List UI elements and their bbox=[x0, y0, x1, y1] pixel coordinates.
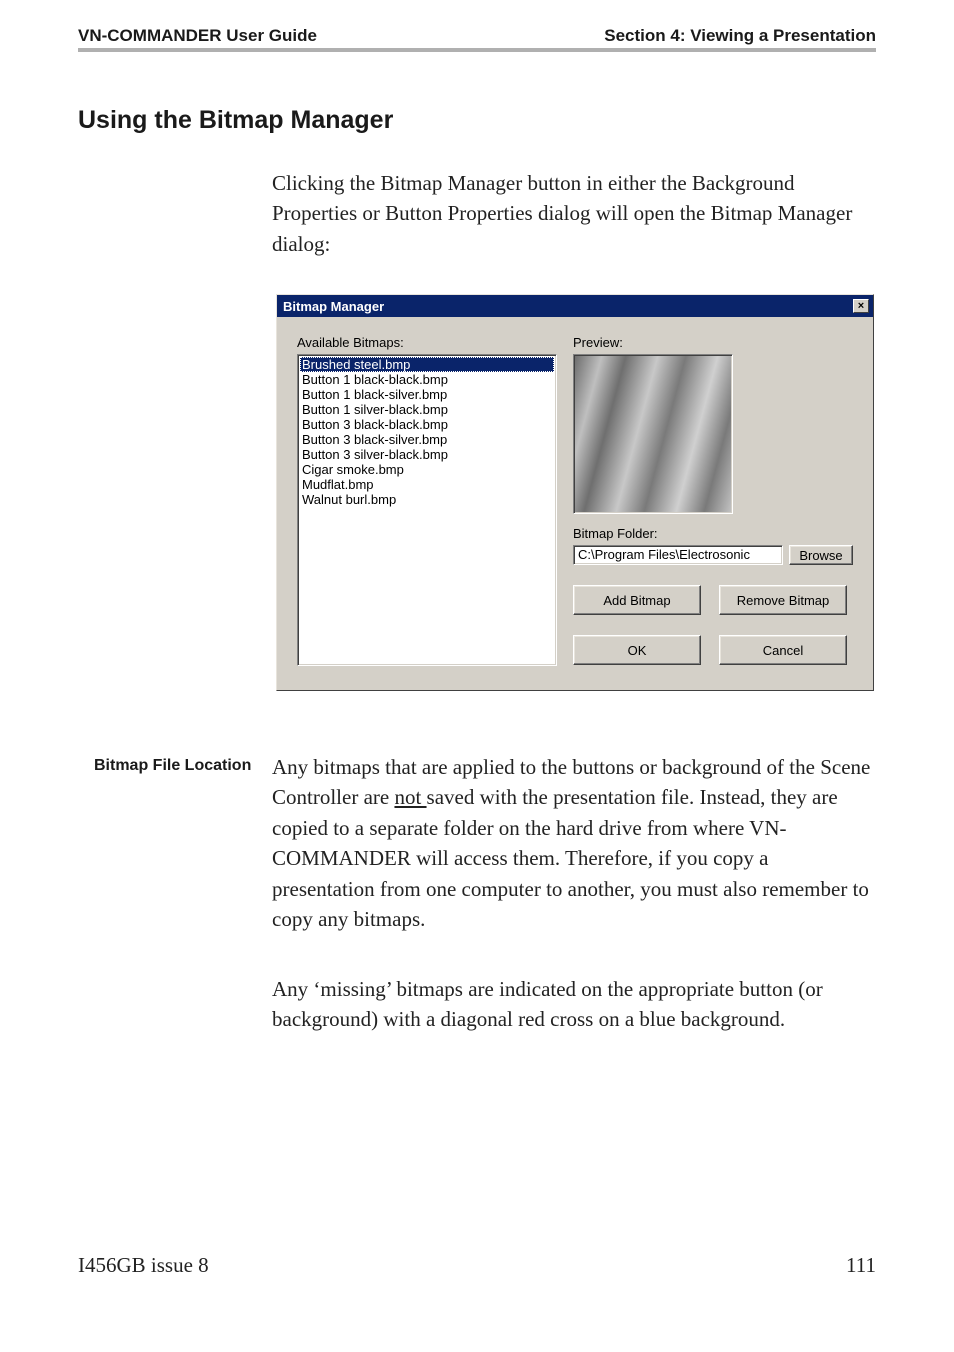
dialog-titlebar: Bitmap Manager × bbox=[277, 295, 873, 317]
ok-button[interactable]: OK bbox=[573, 635, 701, 665]
dialog-body: Available Bitmaps: Brushed steel.bmpButt… bbox=[277, 317, 873, 690]
footer-page-number: 111 bbox=[846, 1253, 876, 1278]
preview-image bbox=[573, 354, 733, 514]
browse-button[interactable]: Browse bbox=[789, 545, 853, 565]
available-bitmaps-listbox[interactable]: Brushed steel.bmpButton 1 black-black.bm… bbox=[297, 354, 557, 666]
sidebar-heading-bitmap-file-location: Bitmap File Location bbox=[94, 757, 251, 775]
available-bitmaps-label: Available Bitmaps: bbox=[297, 335, 557, 350]
dialog-title: Bitmap Manager bbox=[283, 299, 384, 314]
page-header: VN-COMMANDER User Guide Section 4: Viewi… bbox=[78, 26, 876, 52]
list-item[interactable]: Button 1 black-black.bmp bbox=[300, 372, 554, 387]
list-item[interactable]: Brushed steel.bmp bbox=[300, 357, 554, 372]
close-icon[interactable]: × bbox=[853, 299, 869, 313]
list-item[interactable]: Cigar smoke.bmp bbox=[300, 462, 554, 477]
paragraph-bitmap-file-location: Any bitmaps that are applied to the butt… bbox=[272, 752, 872, 935]
preview-label: Preview: bbox=[573, 335, 853, 350]
list-item[interactable]: Button 1 silver-black.bmp bbox=[300, 402, 554, 417]
bitmap-manager-dialog: Bitmap Manager × Available Bitmaps: Brus… bbox=[276, 294, 874, 691]
intro-paragraph: Clicking the Bitmap Manager button in ei… bbox=[272, 168, 862, 259]
paragraph-missing-bitmaps: Any ‘missing’ bitmaps are indicated on t… bbox=[272, 974, 872, 1035]
list-item[interactable]: Walnut burl.bmp bbox=[300, 492, 554, 507]
add-bitmap-button[interactable]: Add Bitmap bbox=[573, 585, 701, 615]
remove-bitmap-button[interactable]: Remove Bitmap bbox=[719, 585, 847, 615]
cancel-button[interactable]: Cancel bbox=[719, 635, 847, 665]
list-item[interactable]: Button 3 black-black.bmp bbox=[300, 417, 554, 432]
list-item[interactable]: Button 3 black-silver.bmp bbox=[300, 432, 554, 447]
header-right: Section 4: Viewing a Presentation bbox=[604, 26, 876, 46]
footer-doc-id: I456GB issue 8 bbox=[78, 1253, 209, 1278]
para1-underlined-not: not bbox=[394, 785, 426, 809]
list-item[interactable]: Button 3 silver-black.bmp bbox=[300, 447, 554, 462]
header-left: VN-COMMANDER User Guide bbox=[78, 26, 317, 46]
list-item[interactable]: Button 1 black-silver.bmp bbox=[300, 387, 554, 402]
list-item[interactable]: Mudflat.bmp bbox=[300, 477, 554, 492]
page-title: Using the Bitmap Manager bbox=[78, 106, 393, 135]
bitmap-folder-label: Bitmap Folder: bbox=[573, 526, 853, 541]
bitmap-folder-field[interactable]: C:\Program Files\Electrosonic bbox=[573, 545, 783, 565]
